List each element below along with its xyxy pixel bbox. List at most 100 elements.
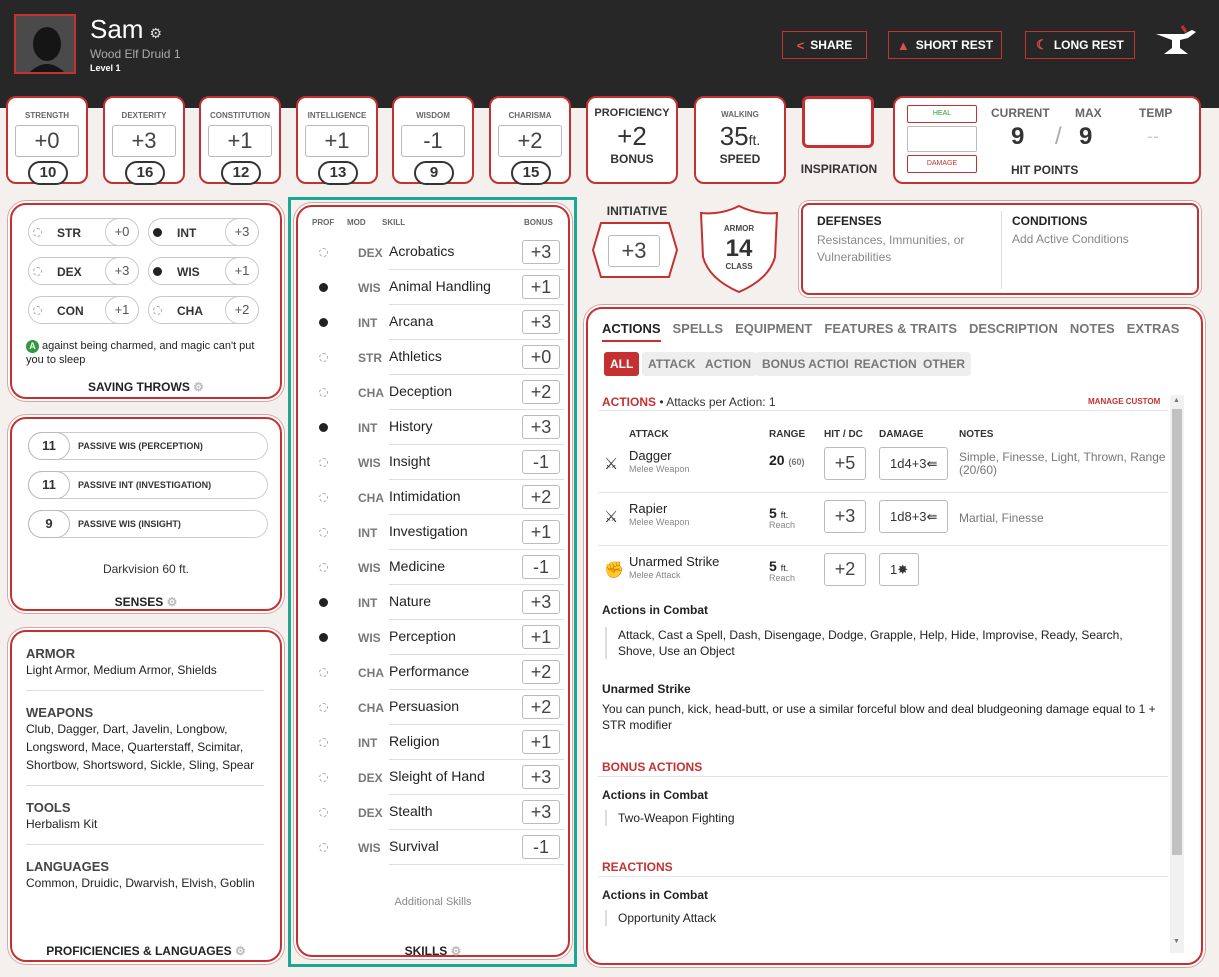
skill-row[interactable]: WIS Insight -1: [312, 445, 568, 480]
ability-modifier[interactable]: +1: [208, 125, 272, 157]
skill-row[interactable]: CHA Intimidation +2: [312, 480, 568, 515]
attack-damage-button[interactable]: 1d8+3⇚: [879, 500, 949, 533]
attack-hit-button[interactable]: +5: [824, 447, 866, 480]
current-hp-value[interactable]: 9: [1011, 123, 1024, 151]
temp-hp-value[interactable]: --: [1147, 126, 1159, 147]
skill-row[interactable]: WIS Animal Handling +1: [312, 270, 568, 305]
short-rest-button[interactable]: ▲ SHORT REST: [888, 31, 1002, 59]
tab-extras[interactable]: EXTRAS: [1127, 321, 1180, 336]
skill-row[interactable]: STR Athletics +0: [312, 340, 568, 375]
attack-row-rapier[interactable]: ⚔ Rapier Melee Weapon 5 ft. Reach +3 1d8…: [598, 493, 1168, 546]
manage-custom-link[interactable]: MANAGE CUSTOM: [1088, 397, 1160, 406]
ability-strength[interactable]: STRENGTH +0 10: [6, 96, 88, 185]
gear-icon[interactable]: ⚙: [149, 25, 162, 41]
skill-row[interactable]: CHA Deception +2: [312, 375, 568, 410]
skill-row[interactable]: CHA Persuasion +2: [312, 690, 568, 725]
skill-row[interactable]: INT Nature +3: [312, 585, 568, 620]
skill-bonus[interactable]: -1: [522, 555, 560, 579]
gear-icon[interactable]: ⚙: [235, 944, 246, 958]
skill-row[interactable]: CHA Performance +2: [312, 655, 568, 690]
ability-modifier[interactable]: +3: [112, 125, 176, 157]
additional-skills-link[interactable]: Additional Skills: [298, 896, 568, 908]
attack-hit-button[interactable]: +3: [824, 500, 866, 533]
skill-row[interactable]: DEX Sleight of Hand +3: [312, 760, 568, 795]
ability-intelligence[interactable]: INTELLIGENCE +1 13: [296, 96, 378, 185]
ability-modifier[interactable]: +1: [305, 125, 369, 157]
gear-icon[interactable]: ⚙: [167, 595, 178, 609]
skill-row[interactable]: INT History +3: [312, 410, 568, 445]
skill-bonus[interactable]: +2: [522, 695, 560, 719]
character-name[interactable]: Sam: [90, 14, 143, 44]
scrollbar-thumb[interactable]: [1172, 409, 1182, 855]
filter-other[interactable]: OTHER: [917, 352, 971, 376]
skill-bonus[interactable]: +0: [522, 345, 560, 369]
defenses-text[interactable]: Resistances, Immunities, or Vulnerabilit…: [817, 232, 987, 266]
skill-bonus[interactable]: +3: [522, 310, 560, 334]
anvil-logo-icon[interactable]: [1154, 24, 1198, 60]
scroll-down-icon[interactable]: ▼: [1173, 938, 1180, 945]
attack-hit-button[interactable]: +2: [824, 553, 866, 586]
long-rest-button[interactable]: ☾ LONG REST: [1025, 31, 1135, 59]
skill-bonus[interactable]: +3: [522, 765, 560, 789]
skill-bonus[interactable]: +1: [522, 625, 560, 649]
skill-bonus[interactable]: +2: [522, 660, 560, 684]
filter-reaction[interactable]: REACTION: [848, 352, 923, 376]
character-portrait[interactable]: [14, 14, 76, 74]
skill-bonus[interactable]: +3: [522, 800, 560, 824]
ability-charisma[interactable]: CHARISMA +2 15: [489, 96, 571, 185]
skill-row[interactable]: DEX Stealth +3: [312, 795, 568, 830]
ability-dexterity[interactable]: DEXTERITY +3 16: [103, 96, 185, 185]
skill-bonus[interactable]: +3: [522, 240, 560, 264]
skill-row[interactable]: INT Religion +1: [312, 725, 568, 760]
attack-damage-button[interactable]: 1✸: [879, 553, 920, 586]
skill-row[interactable]: INT Investigation +1: [312, 515, 568, 550]
ability-modifier[interactable]: -1: [401, 125, 465, 157]
tab-description[interactable]: DESCRIPTION: [969, 321, 1058, 336]
scrollbar[interactable]: ▲ ▼: [1170, 395, 1184, 953]
skill-bonus[interactable]: +2: [522, 485, 560, 509]
heal-button[interactable]: HEAL: [907, 105, 977, 123]
hp-change-input[interactable]: [907, 126, 977, 152]
conditions-text[interactable]: Add Active Conditions: [1012, 232, 1129, 246]
defenses-title[interactable]: DEFENSES: [817, 214, 882, 228]
skill-bonus[interactable]: -1: [522, 835, 560, 859]
tab-notes[interactable]: NOTES: [1070, 321, 1115, 336]
tab-features-traits[interactable]: FEATURES & TRAITS: [824, 321, 957, 336]
skill-bonus[interactable]: +2: [522, 380, 560, 404]
attack-row-unarmed[interactable]: ✊ Unarmed Strike Melee Attack 5 ft. Reac…: [598, 546, 1168, 599]
filter-all[interactable]: ALL: [604, 352, 640, 376]
armor-class-value[interactable]: 14: [697, 235, 781, 263]
saving-throw-wis[interactable]: WIS +1: [148, 257, 259, 285]
skill-bonus[interactable]: +1: [522, 520, 560, 544]
tab-actions[interactable]: ACTIONS: [602, 321, 661, 342]
skill-row[interactable]: WIS Survival -1: [312, 830, 568, 865]
two-weapon-fighting[interactable]: Two-Weapon Fighting: [605, 810, 735, 826]
opportunity-attack[interactable]: Opportunity Attack: [605, 910, 716, 926]
saving-throw-dex[interactable]: DEX +3: [28, 257, 139, 285]
tab-equipment[interactable]: EQUIPMENT: [735, 321, 812, 336]
skill-bonus[interactable]: +1: [522, 730, 560, 754]
skill-bonus[interactable]: +3: [522, 590, 560, 614]
saving-throw-int[interactable]: INT +3: [148, 218, 259, 246]
actions-in-combat-list[interactable]: Attack, Cast a Spell, Dash, Disengage, D…: [605, 627, 1157, 659]
scroll-up-icon[interactable]: ▲: [1173, 397, 1180, 404]
filter-bonus-action[interactable]: BONUS ACTION: [756, 352, 861, 376]
attack-row-dagger[interactable]: ⚔ Dagger Melee Weapon 20 (60) +5 1d4+3⇚ …: [598, 440, 1168, 493]
skill-bonus[interactable]: +1: [522, 275, 560, 299]
damage-button[interactable]: DAMAGE: [907, 155, 977, 173]
saving-throw-cha[interactable]: CHA +2: [148, 296, 259, 324]
attack-damage-button[interactable]: 1d4+3⇚: [879, 447, 949, 480]
saving-throw-str[interactable]: STR +0: [28, 218, 139, 246]
filter-action[interactable]: ACTION: [699, 352, 757, 376]
skill-bonus[interactable]: +3: [522, 415, 560, 439]
skill-row[interactable]: WIS Perception +1: [312, 620, 568, 655]
initiative-value[interactable]: +3: [608, 235, 660, 267]
inspiration-box[interactable]: [802, 96, 874, 148]
conditions-title[interactable]: CONDITIONS: [1012, 214, 1087, 228]
ability-constitution[interactable]: CONSTITUTION +1 12: [199, 96, 281, 185]
skill-bonus[interactable]: -1: [522, 450, 560, 474]
skill-row[interactable]: WIS Medicine -1: [312, 550, 568, 585]
saving-throw-con[interactable]: CON +1: [28, 296, 139, 324]
skill-row[interactable]: INT Arcana +3: [312, 305, 568, 340]
filter-attack[interactable]: ATTACK: [642, 352, 702, 376]
